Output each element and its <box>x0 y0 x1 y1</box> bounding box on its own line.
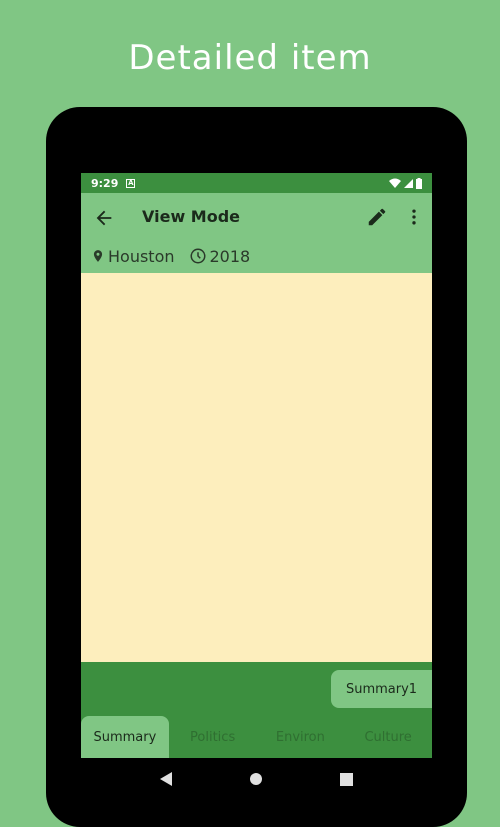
tab-summary[interactable]: Summary <box>81 716 169 758</box>
tab-environ[interactable]: Environ <box>257 716 345 758</box>
page-title: View Mode <box>142 207 241 226</box>
edit-button[interactable] <box>366 206 388 228</box>
system-nav-bar <box>81 758 432 800</box>
tab-bar: Summary Politics Environ Culture <box>81 716 432 758</box>
arrow-back-icon <box>96 210 112 226</box>
notification-icon: A <box>126 178 136 188</box>
status-time: 9:29 <box>91 176 119 190</box>
app-bar-row: View Mode <box>81 193 432 243</box>
meta-row: Houston 2018 <box>91 243 250 269</box>
nav-recents-button[interactable] <box>339 771 355 787</box>
nav-back-icon <box>159 772 172 786</box>
tab-politics[interactable]: Politics <box>169 716 257 758</box>
status-icons <box>389 177 422 189</box>
signal-icon <box>404 178 413 188</box>
year-meta: 2018 <box>189 246 251 266</box>
location-label: Houston <box>108 246 175 266</box>
clock-icon <box>190 248 205 264</box>
nav-home-button[interactable] <box>248 771 264 787</box>
page-header: Detailed item <box>128 38 372 78</box>
nav-back-button[interactable] <box>158 771 174 787</box>
location-pin-icon <box>93 250 103 262</box>
nav-home-icon <box>250 773 263 785</box>
summary-chip[interactable]: Summary1 <box>331 670 432 708</box>
more-vert-icon <box>412 209 416 225</box>
location-meta: Houston <box>91 247 175 266</box>
bottom-panel: Summary1 Summary Politics Environ Cultur… <box>81 662 432 758</box>
year-label: 2018 <box>209 246 251 266</box>
status-bar: 9:29 A <box>81 173 432 193</box>
more-options-button[interactable] <box>404 206 424 228</box>
tab-culture[interactable]: Culture <box>344 716 432 758</box>
nav-recents-icon <box>340 772 354 786</box>
back-button[interactable] <box>93 207 115 229</box>
edit-pencil-icon <box>368 208 386 226</box>
wifi-icon <box>389 178 401 188</box>
device-screen: 9:29 A View Mode Houston 2018 Summary1 S… <box>81 173 432 800</box>
battery-icon <box>416 177 422 189</box>
app-bar: View Mode Houston 2018 <box>81 193 432 273</box>
